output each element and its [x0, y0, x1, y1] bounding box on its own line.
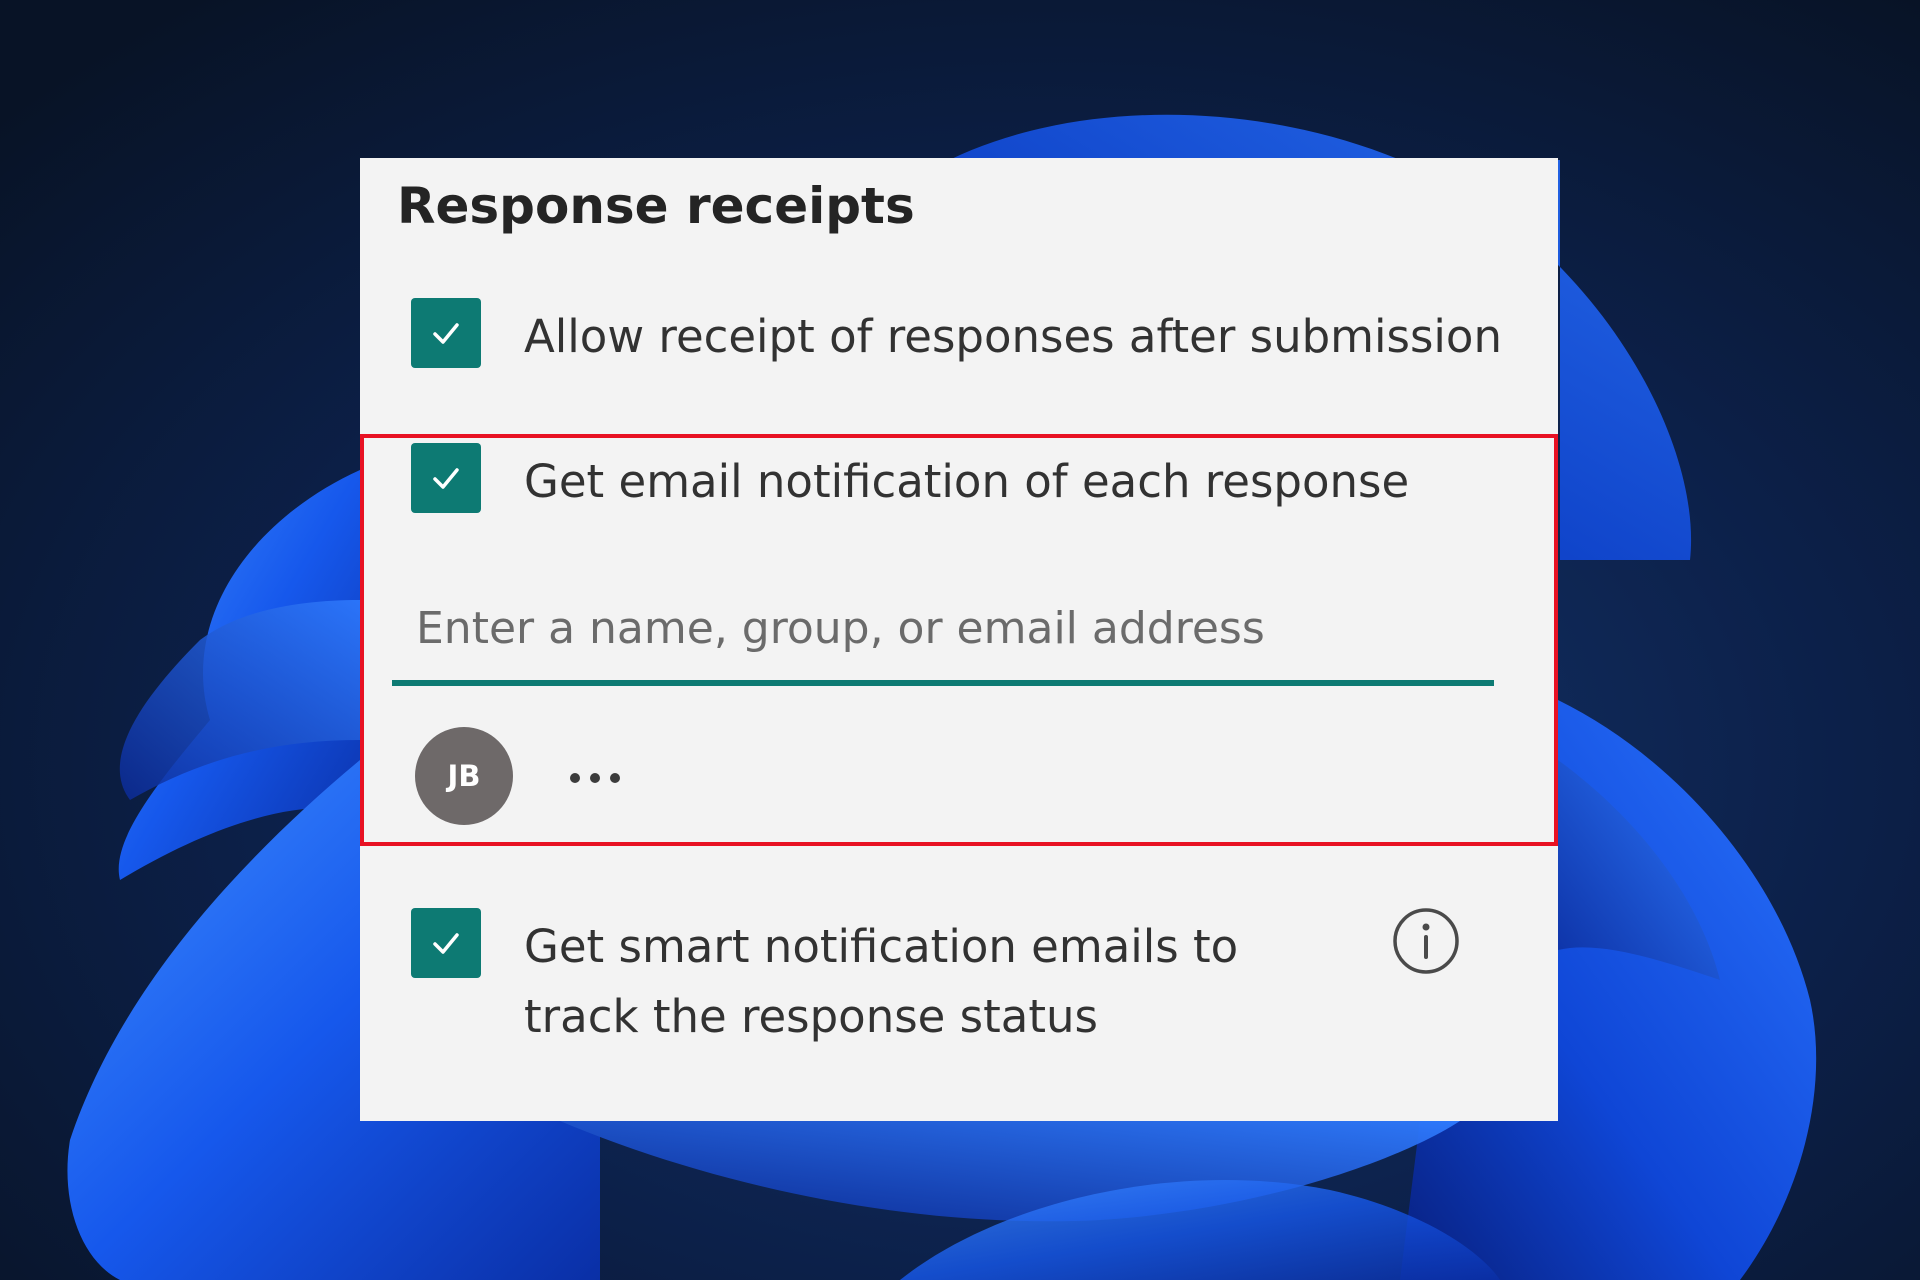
option-allow-receipt[interactable]: Allow receipt of responses after submiss…: [411, 298, 1511, 388]
info-icon[interactable]: [1390, 905, 1462, 977]
allow-receipt-label: Allow receipt of responses after submiss…: [524, 310, 1502, 363]
response-receipts-panel: Response receipts Allow receipt of respo…: [360, 158, 1558, 1121]
panel-title: Response receipts: [397, 177, 915, 235]
more-horizontal-icon: [570, 773, 620, 783]
option-email-notification[interactable]: Get email notification of each response: [411, 443, 1511, 533]
checkmark-icon: [433, 468, 459, 489]
checkmark-icon: [433, 323, 459, 344]
smart-notification-checkbox[interactable]: [411, 908, 481, 978]
smart-notification-label: Get smart notification emails to track t…: [524, 920, 1239, 1043]
email-notification-checkbox[interactable]: [411, 443, 481, 513]
avatar[interactable]: JB: [415, 727, 513, 825]
recipient-email-input[interactable]: [392, 576, 1494, 686]
option-smart-notification[interactable]: Get smart notification emails to track t…: [411, 908, 1511, 1058]
more-recipients-button[interactable]: [560, 748, 630, 808]
allow-receipt-checkbox[interactable]: [411, 298, 481, 368]
checkmark-icon: [433, 933, 459, 954]
email-notification-label: Get email notification of each response: [524, 455, 1410, 508]
